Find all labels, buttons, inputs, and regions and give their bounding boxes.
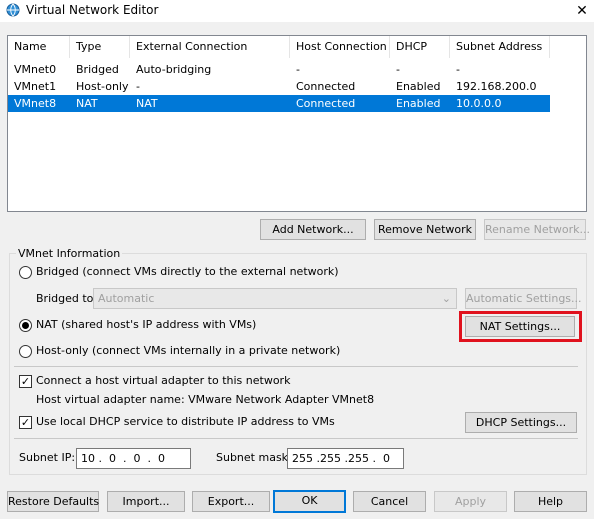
column-header-dhcp[interactable]: DHCP: [390, 36, 450, 58]
apply-button[interactable]: Apply: [434, 491, 507, 512]
rename-network-button[interactable]: Rename Network...: [484, 219, 590, 240]
bridged-to-value: Automatic: [98, 292, 155, 305]
cell-dhcp: Enabled: [396, 97, 441, 110]
add-network-button[interactable]: Add Network...: [260, 219, 366, 240]
bridged-radio[interactable]: [19, 266, 32, 279]
column-header-type[interactable]: Type: [70, 36, 130, 58]
dhcp-checkbox[interactable]: ✓: [19, 416, 32, 429]
divider: [14, 438, 578, 439]
cell-name: VMnet1: [14, 80, 57, 93]
table-row-selected[interactable]: VMnet8 NAT NAT Connected Enabled 10.0.0.…: [8, 95, 550, 112]
close-icon[interactable]: ✕: [570, 1, 594, 21]
cell-host: Connected: [296, 97, 356, 110]
column-header-host-connection[interactable]: Host Connection: [290, 36, 390, 58]
cell-subnet: -: [456, 63, 460, 76]
subnet-ip-field[interactable]: 10 . 0 . 0 . 0: [76, 448, 191, 469]
subnet-mask-label: Subnet mask:: [216, 451, 292, 464]
cell-name: VMnet0: [14, 63, 57, 76]
table-row[interactable]: VMnet1 Host-only - Connected Enabled 192…: [8, 78, 550, 95]
vmnet-info-group: [9, 253, 587, 475]
cell-host: Connected: [296, 80, 356, 93]
remove-network-button[interactable]: Remove Network: [374, 219, 476, 240]
cell-type: NAT: [76, 97, 98, 110]
cell-external: Auto-bridging: [136, 63, 212, 76]
export-button[interactable]: Export...: [192, 491, 270, 512]
cell-host: -: [296, 63, 300, 76]
divider: [14, 366, 578, 367]
column-header-name[interactable]: Name: [8, 36, 70, 58]
window-title: Virtual Network Editor: [26, 3, 159, 17]
ok-button[interactable]: OK: [273, 490, 346, 513]
cell-external: -: [136, 80, 140, 93]
bridged-to-label: Bridged to:: [36, 292, 98, 305]
cell-dhcp: -: [396, 63, 400, 76]
globe-icon: [6, 3, 20, 17]
network-list[interactable]: Name Type External Connection Host Conne…: [7, 35, 587, 212]
column-header-subnet-address[interactable]: Subnet Address: [450, 36, 550, 58]
connect-adapter-label[interactable]: Connect a host virtual adapter to this n…: [36, 374, 290, 388]
bridged-label[interactable]: Bridged (connect VMs directly to the ext…: [36, 265, 339, 279]
restore-defaults-button[interactable]: Restore Defaults: [7, 491, 99, 512]
cell-subnet: 10.0.0.0: [456, 97, 502, 110]
nat-radio[interactable]: [19, 319, 32, 332]
adapter-name-label: Host virtual adapter name: VMware Networ…: [36, 393, 375, 406]
cell-subnet: 192.168.200.0: [456, 80, 537, 93]
table-row[interactable]: VMnet0 Bridged Auto-bridging - - -: [8, 61, 550, 78]
cell-dhcp: Enabled: [396, 80, 441, 93]
help-button[interactable]: Help: [514, 491, 587, 512]
subnet-mask-field[interactable]: 255 .255 .255 . 0: [287, 448, 404, 469]
cell-external: NAT: [136, 97, 158, 110]
hostonly-label[interactable]: Host-only (connect VMs internally in a p…: [36, 344, 340, 358]
nat-settings-button[interactable]: NAT Settings...: [465, 316, 575, 337]
vmnet-info-legend: VMnet Information: [16, 247, 123, 260]
import-button[interactable]: Import...: [107, 491, 185, 512]
cancel-button[interactable]: Cancel: [353, 491, 426, 512]
cell-type: Host-only: [76, 80, 129, 93]
chevron-down-icon: ⌄: [441, 292, 451, 305]
column-header-external-connection[interactable]: External Connection: [130, 36, 290, 58]
subnet-ip-label: Subnet IP:: [19, 451, 76, 464]
hostonly-radio[interactable]: [19, 345, 32, 358]
radio-selected-dot: [22, 322, 29, 329]
automatic-settings-button[interactable]: Automatic Settings...: [465, 288, 582, 309]
bridged-to-select[interactable]: Automatic ⌄: [93, 288, 457, 309]
cell-name: VMnet8: [14, 97, 57, 110]
nat-label[interactable]: NAT (shared host's IP address with VMs): [36, 318, 256, 332]
dhcp-settings-button[interactable]: DHCP Settings...: [465, 412, 577, 433]
connect-adapter-checkbox[interactable]: ✓: [19, 375, 32, 388]
dhcp-label[interactable]: Use local DHCP service to distribute IP …: [36, 415, 335, 429]
cell-type: Bridged: [76, 63, 119, 76]
